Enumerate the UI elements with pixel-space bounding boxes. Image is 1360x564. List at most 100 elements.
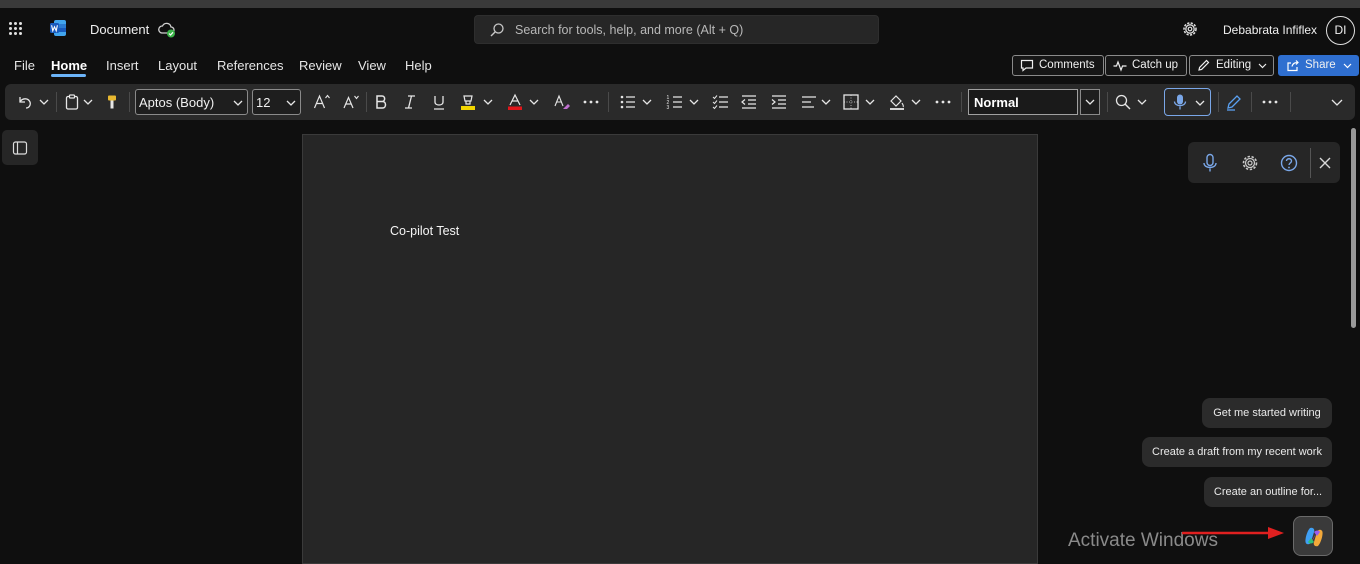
search-icon [1115, 94, 1131, 110]
font-name-dropdown[interactable]: Aptos (Body) [135, 89, 248, 115]
editing-mode-button[interactable]: Editing [1189, 55, 1275, 76]
divider [56, 92, 57, 112]
microphone-icon[interactable] [1200, 153, 1220, 173]
pulse-icon [1113, 60, 1127, 72]
copilot-button[interactable] [1293, 516, 1333, 556]
settings-gear-icon[interactable] [1240, 153, 1260, 173]
bold-button[interactable] [371, 92, 391, 112]
highlight-button[interactable] [457, 92, 479, 112]
tab-home[interactable]: Home [51, 58, 87, 73]
clipboard-icon [65, 94, 79, 110]
app-launcher-icon[interactable] [9, 22, 23, 36]
dictate-button[interactable] [1164, 88, 1211, 116]
copilot-icon [1305, 527, 1323, 547]
editor-button[interactable] [1224, 92, 1244, 112]
more-font-options-button[interactable] [581, 92, 601, 112]
divider [961, 92, 962, 112]
align-button[interactable] [799, 92, 819, 112]
dictation-toolbar [1188, 142, 1340, 183]
active-tab-indicator [51, 74, 86, 77]
pencil-icon [1198, 59, 1210, 71]
expand-ribbon-button[interactable] [1327, 92, 1347, 112]
chevron-down-icon[interactable] [821, 93, 831, 111]
borders-icon [843, 94, 859, 110]
help-icon[interactable] [1279, 153, 1299, 173]
copilot-suggestion[interactable]: Get me started writing [1202, 398, 1332, 428]
italic-button[interactable] [400, 92, 420, 112]
divider [1218, 92, 1219, 112]
chevron-down-icon[interactable] [689, 93, 699, 111]
bullets-button[interactable] [618, 92, 638, 112]
more-options-button[interactable] [1260, 92, 1280, 112]
share-icon [1287, 60, 1299, 72]
chevron-down-icon[interactable] [865, 93, 875, 111]
settings-gear-icon[interactable] [1181, 20, 1199, 38]
document-title[interactable]: Document [90, 22, 149, 37]
tab-view[interactable]: View [358, 58, 386, 73]
document-page[interactable]: Co-pilot Test [302, 134, 1038, 564]
shrink-font-button[interactable] [340, 92, 362, 112]
tab-help[interactable]: Help [405, 58, 432, 73]
font-size-value: 12 [256, 95, 271, 110]
copilot-suggestion[interactable]: Create a draft from my recent work [1142, 437, 1332, 467]
catchup-button[interactable]: Catch up [1105, 55, 1188, 76]
search-box[interactable]: Search for tools, help, and more (Alt + … [474, 15, 879, 44]
navigation-pane-button[interactable] [2, 130, 38, 165]
divider [1290, 92, 1291, 112]
red-arrow-annotation [1182, 527, 1284, 539]
clear-formatting-icon [554, 94, 570, 109]
increase-indent-button[interactable] [769, 92, 789, 112]
format-painter-icon [108, 95, 116, 109]
clear-formatting-button[interactable] [551, 92, 573, 112]
chevron-down-icon [286, 100, 296, 106]
tab-insert[interactable]: Insert [106, 58, 139, 73]
chevron-down-icon[interactable] [529, 93, 539, 111]
chevron-down-icon[interactable] [911, 93, 921, 111]
more-paragraph-options-button[interactable] [933, 92, 953, 112]
borders-button[interactable] [841, 92, 861, 112]
user-name[interactable]: Debabrata Infiflex [1223, 23, 1317, 37]
paste-button[interactable] [62, 92, 82, 112]
close-icon[interactable] [1317, 155, 1333, 171]
numbering-button[interactable]: 123 [665, 92, 685, 112]
document-text[interactable]: Co-pilot Test [390, 224, 459, 238]
chevron-down-icon[interactable] [483, 93, 493, 111]
ribbon-toolbar: Aptos (Body) 12 123 Normal [5, 84, 1355, 120]
shrink-font-icon [343, 95, 359, 109]
style-selector[interactable]: Normal [968, 89, 1078, 115]
avatar[interactable]: DI [1326, 16, 1355, 45]
grow-font-button[interactable] [311, 92, 333, 112]
chevron-down-icon[interactable] [1137, 93, 1147, 111]
vertical-scrollbar[interactable] [1351, 128, 1356, 328]
cloud-saved-icon[interactable] [158, 22, 176, 38]
word-logo-icon[interactable] [50, 19, 66, 37]
italic-icon [405, 95, 415, 109]
svg-text:3: 3 [667, 105, 670, 111]
decrease-indent-button[interactable] [739, 92, 759, 112]
copilot-suggestion[interactable]: Create an outline for... [1204, 477, 1332, 507]
more-icon [583, 100, 599, 104]
panel-icon [12, 141, 28, 155]
share-button[interactable]: Share [1278, 55, 1359, 76]
chevron-down-icon [1085, 99, 1095, 105]
tab-file[interactable]: File [14, 58, 35, 73]
format-painter-button[interactable] [103, 92, 121, 112]
checklist-button[interactable] [711, 92, 731, 112]
comments-button[interactable]: Comments [1012, 55, 1104, 76]
comments-label: Comments [1039, 59, 1095, 71]
font-size-dropdown[interactable]: 12 [252, 89, 301, 115]
undo-button[interactable] [15, 92, 35, 112]
chevron-down-icon[interactable] [39, 93, 49, 111]
tab-references[interactable]: References [217, 58, 283, 73]
find-button[interactable] [1113, 92, 1133, 112]
font-color-button[interactable] [505, 92, 525, 112]
chevron-down-icon[interactable] [83, 93, 93, 111]
bold-icon [376, 95, 387, 109]
styles-dropdown-button[interactable] [1080, 89, 1100, 115]
chevron-down-icon[interactable] [642, 93, 652, 111]
shading-button[interactable] [887, 92, 907, 112]
tab-review[interactable]: Review [299, 58, 342, 73]
tab-layout[interactable]: Layout [158, 58, 197, 73]
align-left-icon [802, 96, 816, 108]
underline-button[interactable] [429, 92, 449, 112]
